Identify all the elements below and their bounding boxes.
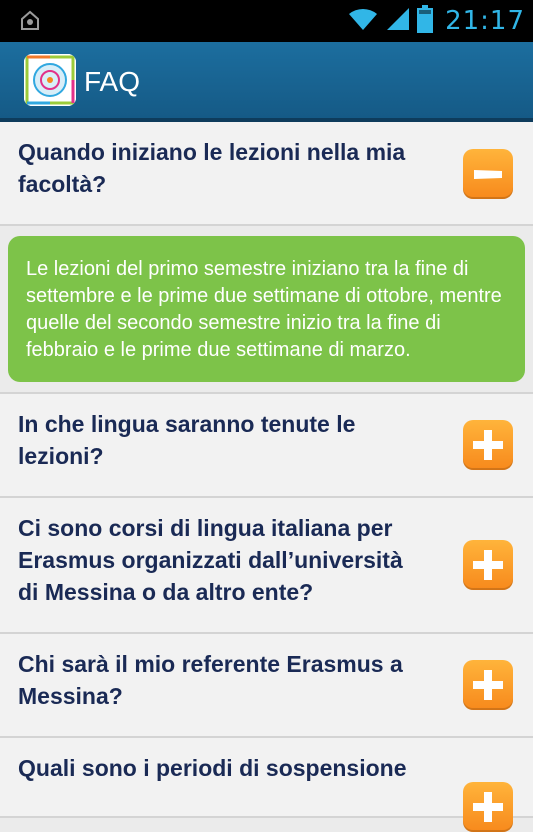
faq-list: Quando iniziano le lezioni nella mia fac… (0, 122, 533, 832)
signal-icon (385, 6, 411, 36)
status-icons: 21:17 (347, 0, 525, 42)
collapse-button[interactable] (463, 149, 513, 199)
faq-item[interactable]: Quando iniziano le lezioni nella mia fac… (0, 122, 533, 226)
wifi-icon (347, 6, 379, 36)
faq-item[interactable]: Ci sono corsi di lingua italiana per Era… (0, 498, 533, 634)
minus-icon (474, 170, 502, 179)
plus-icon (473, 792, 503, 822)
expand-button[interactable] (463, 420, 513, 470)
plus-icon (473, 550, 503, 580)
plus-icon (473, 430, 503, 460)
expand-button[interactable] (463, 540, 513, 590)
faq-question: Chi sarà il mio referente Erasmus a Mess… (18, 651, 403, 709)
expand-button[interactable] (463, 660, 513, 710)
plus-icon (473, 670, 503, 700)
faq-answer-container: Le lezioni del primo semestre iniziano t… (0, 226, 533, 394)
faq-question: In che lingua saranno tenute le lezioni? (18, 411, 356, 469)
battery-icon (417, 5, 434, 37)
status-bar: 21:17 (0, 0, 533, 42)
faq-question: Quando iniziano le lezioni nella mia fac… (18, 139, 406, 197)
faq-answer: Le lezioni del primo semestre iniziano t… (8, 236, 525, 382)
action-bar: FAQ (0, 42, 533, 122)
faq-item[interactable]: Chi sarà il mio referente Erasmus a Mess… (0, 634, 533, 738)
page-title: FAQ (84, 66, 141, 97)
status-time: 21:17 (445, 6, 525, 36)
expand-button[interactable] (463, 782, 513, 832)
faq-item[interactable]: Quali sono i periodi di sospensione (0, 738, 533, 832)
faq-question: Ci sono corsi di lingua italiana per Era… (18, 515, 403, 605)
faq-item[interactable]: In che lingua saranno tenute le lezioni? (0, 394, 533, 498)
android-notification-icon (18, 9, 42, 33)
faq-question: Quali sono i periodi di sospensione (18, 755, 407, 781)
app-logo[interactable] (24, 54, 76, 106)
